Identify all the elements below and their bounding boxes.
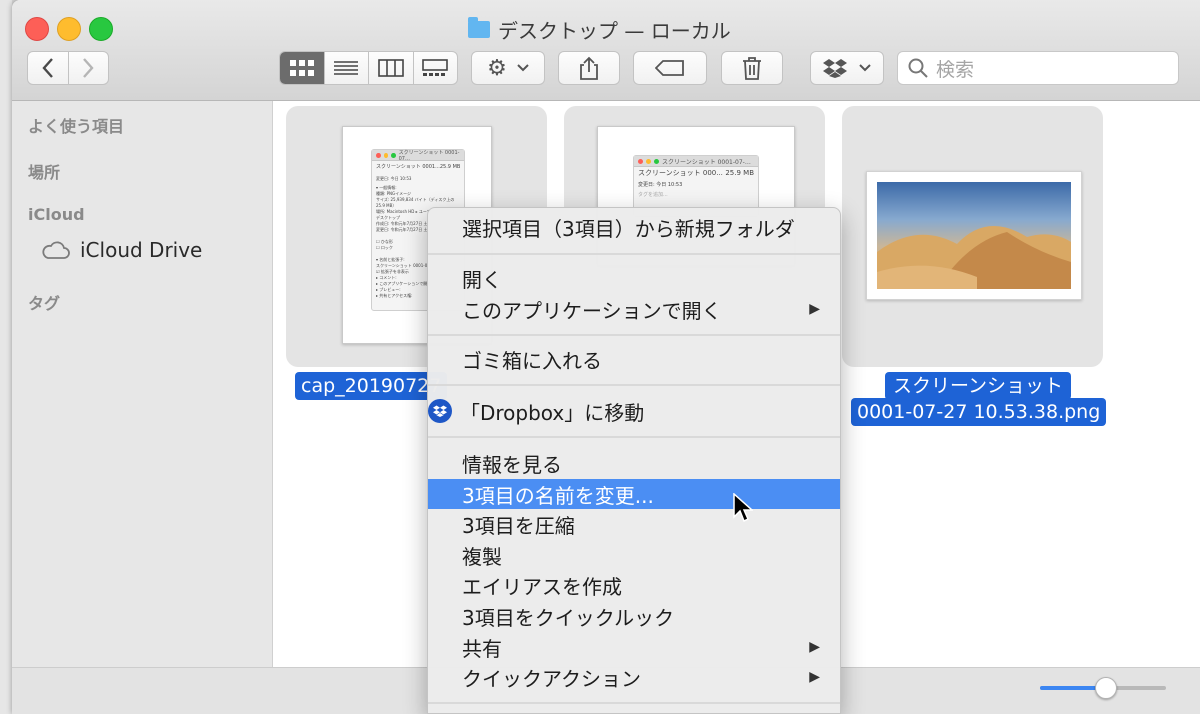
- thumbnail-modified: 変更日: 今日 10:53: [638, 182, 683, 188]
- folder-icon: [468, 16, 490, 38]
- menu-item-get-info[interactable]: 情報を見る: [428, 448, 840, 478]
- menu-item-make-alias[interactable]: エイリアスを作成: [428, 570, 840, 600]
- share-icon: [580, 56, 598, 80]
- search-placeholder: 検索: [936, 58, 975, 81]
- submenu-arrow-icon: ▶: [809, 669, 820, 685]
- thumb-dot: [391, 152, 396, 158]
- icon-view-button[interactable]: [280, 52, 324, 84]
- thumb-dot: [646, 158, 651, 164]
- search-icon: [908, 58, 928, 78]
- forward-button[interactable]: [67, 52, 109, 84]
- thumbnail-title: スクリーンショット 0001-07…: [398, 149, 460, 162]
- navigation-buttons: [27, 51, 109, 85]
- titlebar: デスクトップ — ローカル ⚙ 検索: [12, 0, 1200, 101]
- context-menu: 選択項目（3項目）から新規フォルダ 開く このアプリケーションで開く ▶ ゴミ箱…: [427, 207, 841, 714]
- trash-icon: [743, 57, 761, 80]
- thumb-dot: [383, 152, 389, 158]
- menu-separator: [428, 334, 840, 336]
- chevron-down-icon: [859, 64, 871, 72]
- file-label-3-line1[interactable]: スクリーンショット: [885, 372, 1072, 400]
- sidebar-header-tags[interactable]: タグ: [28, 290, 60, 314]
- window-title: デスクトップ — ローカル: [468, 14, 731, 44]
- thumb-dot: [638, 158, 643, 164]
- dropbox-icon: [823, 59, 847, 78]
- dunes-illustration: [877, 226, 1071, 289]
- close-window-button[interactable]: [25, 17, 49, 41]
- submenu-arrow-icon: ▶: [809, 639, 820, 655]
- sidebar: よく使う項目 場所 iCloud iCloud Drive タグ: [12, 101, 273, 667]
- thumbnail-titlebar: スクリーンショット 0001-07-…: [634, 156, 758, 167]
- menu-item-move-to-dropbox[interactable]: 「Dropbox」に移動: [428, 396, 840, 426]
- dropbox-icon: [428, 399, 452, 423]
- menu-item-quick-actions[interactable]: クイックアクション ▶: [428, 662, 840, 692]
- thumb-dot: [376, 152, 381, 158]
- desert-wallpaper-image: [877, 182, 1071, 289]
- chevron-right-icon: [83, 58, 94, 78]
- sidebar-header-locations[interactable]: 場所: [28, 159, 60, 183]
- thumbnail-filename: スクリーンショット 0001...: [376, 164, 440, 170]
- menu-separator: [428, 253, 840, 255]
- menu-item-open-with[interactable]: このアプリケーションで開く ▶: [428, 294, 840, 324]
- thumbnail-header: スクリーンショット 0001... 25.9 MB: [372, 161, 464, 174]
- menu-separator: [428, 436, 840, 438]
- sidebar-header-favorites[interactable]: よく使う項目: [28, 113, 124, 137]
- thumbnail-header: スクリーンショット 000... 25.9 MB: [634, 167, 758, 180]
- menu-item-open[interactable]: 開く: [428, 263, 840, 293]
- action-menu-button[interactable]: ⚙: [471, 51, 545, 85]
- gallery-icon: [422, 59, 449, 76]
- chevron-left-icon: [42, 58, 53, 78]
- chevron-down-icon: [517, 64, 529, 72]
- menu-item-label: クイックアクション: [462, 666, 641, 691]
- thumb-dot: [654, 158, 659, 164]
- list-view-button[interactable]: [323, 52, 369, 84]
- menu-item-label: このアプリケーションで開く: [462, 298, 722, 323]
- menu-item-compress[interactable]: 3項目を圧縮: [428, 509, 840, 539]
- menu-item-rename[interactable]: 3項目の名前を変更...: [428, 479, 840, 509]
- menu-separator: [428, 384, 840, 386]
- zoom-window-button[interactable]: [89, 17, 113, 41]
- share-button[interactable]: [558, 51, 620, 85]
- thumbnail-size: 25.9 MB: [725, 169, 754, 177]
- minimize-window-button[interactable]: [57, 17, 81, 41]
- menu-item-share[interactable]: 共有 ▶: [428, 632, 840, 662]
- back-button[interactable]: [28, 52, 68, 84]
- mouse-pointer-icon: [733, 493, 753, 523]
- search-field[interactable]: 検索: [897, 51, 1179, 85]
- file-label-3-line2[interactable]: 0001-07-27 10.53.38.png: [851, 398, 1107, 426]
- sidebar-header-icloud[interactable]: iCloud: [28, 205, 85, 224]
- submenu-arrow-icon: ▶: [809, 301, 820, 317]
- menu-item-duplicate[interactable]: 複製: [428, 540, 840, 570]
- menu-item-quick-look[interactable]: 3項目をクイックルック: [428, 601, 840, 631]
- cloud-icon: [42, 241, 70, 259]
- thumbnail-titlebar: スクリーンショット 0001-07…: [372, 149, 464, 162]
- gallery-view-button[interactable]: [412, 52, 458, 84]
- desktop-background-left: [0, 0, 12, 714]
- thumbnail-filename: スクリーンショット 000...: [638, 169, 723, 177]
- list-icon: [334, 61, 359, 75]
- menu-item-new-folder-with-selection[interactable]: 選択項目（3項目）から新規フォルダ: [428, 212, 840, 242]
- sidebar-item-icloud-drive[interactable]: iCloud Drive: [40, 238, 202, 262]
- grid-icon: [289, 60, 314, 76]
- sidebar-item-label: iCloud Drive: [80, 238, 203, 262]
- menu-item-label: 「Dropbox」に移動: [460, 400, 645, 425]
- view-mode-segmented-control: [279, 51, 458, 85]
- icon-size-slider-knob[interactable]: [1095, 677, 1117, 699]
- column-view-button[interactable]: [368, 52, 413, 84]
- menu-item-label: 共有: [462, 636, 502, 661]
- file-thumbnail-photo: [866, 171, 1082, 300]
- delete-button[interactable]: [721, 51, 783, 85]
- menu-item-move-to-trash[interactable]: ゴミ箱に入れる: [428, 344, 840, 374]
- window-title-text: デスクトップ — ローカル: [498, 18, 731, 43]
- dropbox-button[interactable]: [810, 51, 884, 85]
- columns-icon: [377, 59, 404, 77]
- file-label-1[interactable]: cap_20190727: [295, 372, 448, 400]
- menu-separator: [428, 702, 840, 704]
- tag-icon: [655, 60, 684, 76]
- thumbnail-tags: タグを追加...: [638, 192, 668, 198]
- thumbnail-modified: 変更日: 今日 10:53: [376, 176, 412, 181]
- tags-button[interactable]: [633, 51, 707, 85]
- thumbnail-size: 25.9 MB: [439, 164, 461, 170]
- thumbnail-title: スクリーンショット 0001-07-…: [662, 158, 751, 166]
- gear-icon: ⚙: [487, 55, 507, 81]
